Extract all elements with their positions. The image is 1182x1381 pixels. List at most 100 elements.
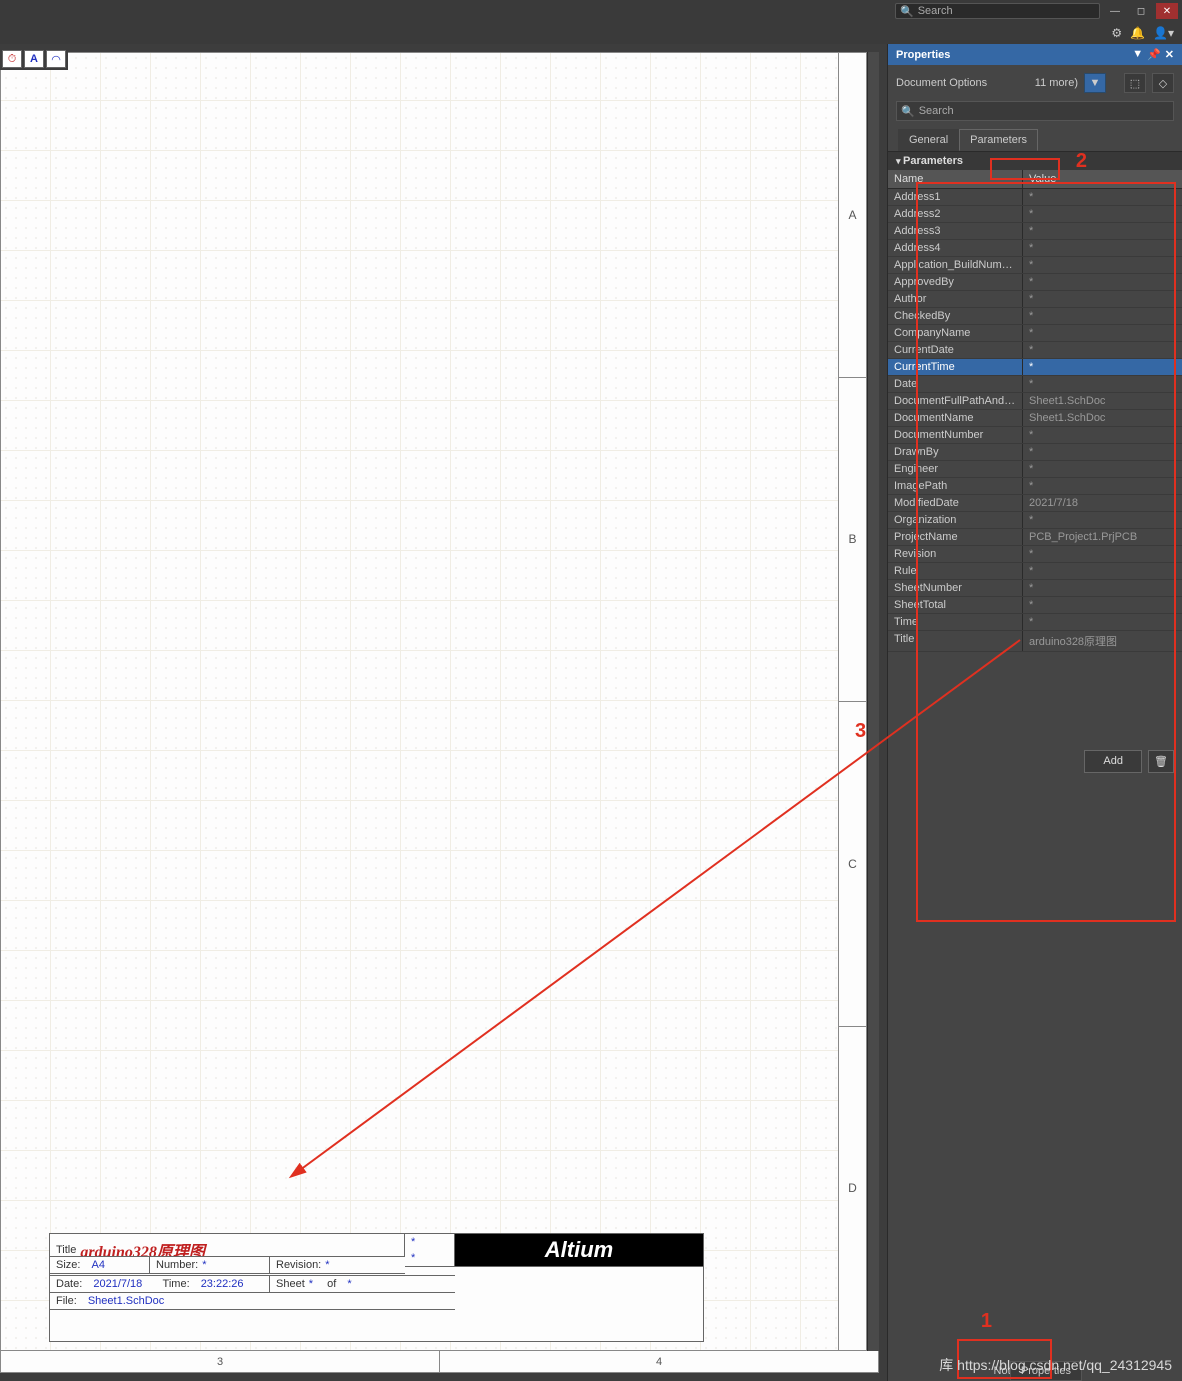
search-placeholder: Search [918,5,953,17]
param-value[interactable]: 2021/7/18 [1023,495,1182,511]
tb-rev-label: Revision: [276,1259,321,1271]
col-header-name[interactable]: Name [888,170,1023,188]
param-value[interactable]: * [1023,563,1182,579]
tb-of-value[interactable]: * [347,1278,351,1290]
maximize-button[interactable]: ◻ [1130,3,1152,19]
param-row[interactable]: CurrentDate* [888,342,1182,359]
param-value[interactable]: PCB_Project1.PrjPCB [1023,529,1182,545]
param-row[interactable]: Address4* [888,240,1182,257]
param-row[interactable]: DocumentNameSheet1.SchDoc [888,410,1182,427]
param-value[interactable]: * [1023,291,1182,307]
delete-button[interactable]: 🗑 [1148,750,1174,773]
param-row[interactable]: Date* [888,376,1182,393]
add-button[interactable]: Add [1084,750,1142,773]
parameters-table: Name Value Address1*Address2*Address3*Ad… [888,170,1182,652]
param-row[interactable]: ApprovedBy* [888,274,1182,291]
bell-icon[interactable]: 🔔 [1130,26,1145,40]
param-row[interactable]: ProjectNamePCB_Project1.PrjPCB [888,529,1182,546]
param-value[interactable]: * [1023,376,1182,392]
gear-icon[interactable]: ⚙ [1111,26,1122,40]
panel-dropdown-icon[interactable]: ▼ [1132,48,1143,61]
param-value[interactable]: * [1023,189,1182,205]
lasso-icon[interactable]: ◇ [1152,73,1174,93]
doc-options-more: 11 more) [1035,77,1078,89]
param-row[interactable]: Address3* [888,223,1182,240]
panel-close-icon[interactable]: ✕ [1165,48,1174,61]
user-icon[interactable]: 👤▾ [1153,26,1174,40]
param-value[interactable]: * [1023,308,1182,324]
param-value[interactable]: * [1023,325,1182,341]
col-header-value[interactable]: Value [1023,170,1182,188]
param-name: DocumentFullPathAndName [888,393,1023,409]
close-button[interactable]: ✕ [1156,3,1178,19]
param-row[interactable]: Time* [888,614,1182,631]
tb-time-value[interactable]: 23:22:26 [201,1278,244,1290]
title-bar: 🔍 Search — ◻ ✕ [0,0,1182,22]
param-value[interactable]: * [1023,274,1182,290]
param-row[interactable]: CompanyName* [888,325,1182,342]
tb-sheet-value[interactable]: * [309,1278,313,1290]
filter-icon[interactable]: ▼ [1084,73,1106,93]
param-row[interactable]: Author* [888,291,1182,308]
panel-header[interactable]: Properties ▼ 📌 ✕ [888,44,1182,65]
param-row[interactable]: SheetNumber* [888,580,1182,597]
param-name: Revision [888,546,1023,562]
param-value[interactable]: * [1023,512,1182,528]
arc-tool-icon[interactable]: ◠ [46,50,66,68]
param-value[interactable]: * [1023,223,1182,239]
text-tool-icon[interactable]: A [24,50,44,68]
tb-rev-value[interactable]: * [325,1259,329,1271]
param-row[interactable]: ImagePath* [888,478,1182,495]
param-value[interactable]: * [1023,257,1182,273]
param-value[interactable]: Sheet1.SchDoc [1023,393,1182,409]
param-row[interactable]: SheetTotal* [888,597,1182,614]
global-search-input[interactable]: 🔍 Search [895,3,1100,19]
tb-size-value[interactable]: A4 [92,1259,105,1271]
tb-date-value[interactable]: 2021/7/18 [93,1278,142,1290]
panel-search-input[interactable]: 🔍 Search [896,101,1174,121]
param-name: CurrentTime [888,359,1023,375]
tb-number-value[interactable]: * [202,1259,206,1271]
grid-dots [1,53,838,1350]
param-row[interactable]: Revision* [888,546,1182,563]
param-value[interactable]: * [1023,597,1182,613]
param-value[interactable]: * [1023,427,1182,443]
param-row[interactable]: ModifiedDate2021/7/18 [888,495,1182,512]
param-value[interactable]: arduino328原理图 [1023,631,1182,651]
param-row[interactable]: Titlearduino328原理图 [888,631,1182,652]
param-row[interactable]: Engineer* [888,461,1182,478]
param-value[interactable]: * [1023,206,1182,222]
panel-search-placeholder: Search [919,105,954,117]
clock-icon[interactable]: ⏱ [2,50,22,68]
tab-parameters[interactable]: Parameters [959,129,1038,151]
param-name: Time [888,614,1023,630]
param-value[interactable]: * [1023,444,1182,460]
param-row[interactable]: Address1* [888,189,1182,206]
vertical-scrollbar[interactable] [867,52,879,1351]
tb-file-value[interactable]: Sheet1.SchDoc [88,1295,164,1307]
param-row[interactable]: CurrentTime* [888,359,1182,376]
param-value[interactable]: * [1023,580,1182,596]
minimize-button[interactable]: — [1104,3,1126,19]
schematic-sheet[interactable]: Title arduino328原理图 ** Altium Size: A4 N… [0,52,839,1351]
param-row[interactable]: Application_BuildNumber* [888,257,1182,274]
panel-pin-icon[interactable]: 📌 [1147,48,1161,61]
param-value[interactable]: * [1023,461,1182,477]
param-value[interactable]: * [1023,342,1182,358]
select-icon[interactable]: ⬚ [1124,73,1146,93]
param-row[interactable]: DrawnBy* [888,444,1182,461]
param-row[interactable]: DocumentNumber* [888,427,1182,444]
param-row[interactable]: Organization* [888,512,1182,529]
param-value[interactable]: * [1023,240,1182,256]
param-value[interactable]: * [1023,546,1182,562]
param-row[interactable]: DocumentFullPathAndNameSheet1.SchDoc [888,393,1182,410]
param-value[interactable]: * [1023,478,1182,494]
param-row[interactable]: Address2* [888,206,1182,223]
param-row[interactable]: Rule* [888,563,1182,580]
param-value[interactable]: * [1023,614,1182,630]
section-parameters[interactable]: Parameters [888,152,1182,170]
param-value[interactable]: * [1023,359,1182,375]
param-row[interactable]: CheckedBy* [888,308,1182,325]
tab-general[interactable]: General [898,129,959,151]
param-value[interactable]: Sheet1.SchDoc [1023,410,1182,426]
